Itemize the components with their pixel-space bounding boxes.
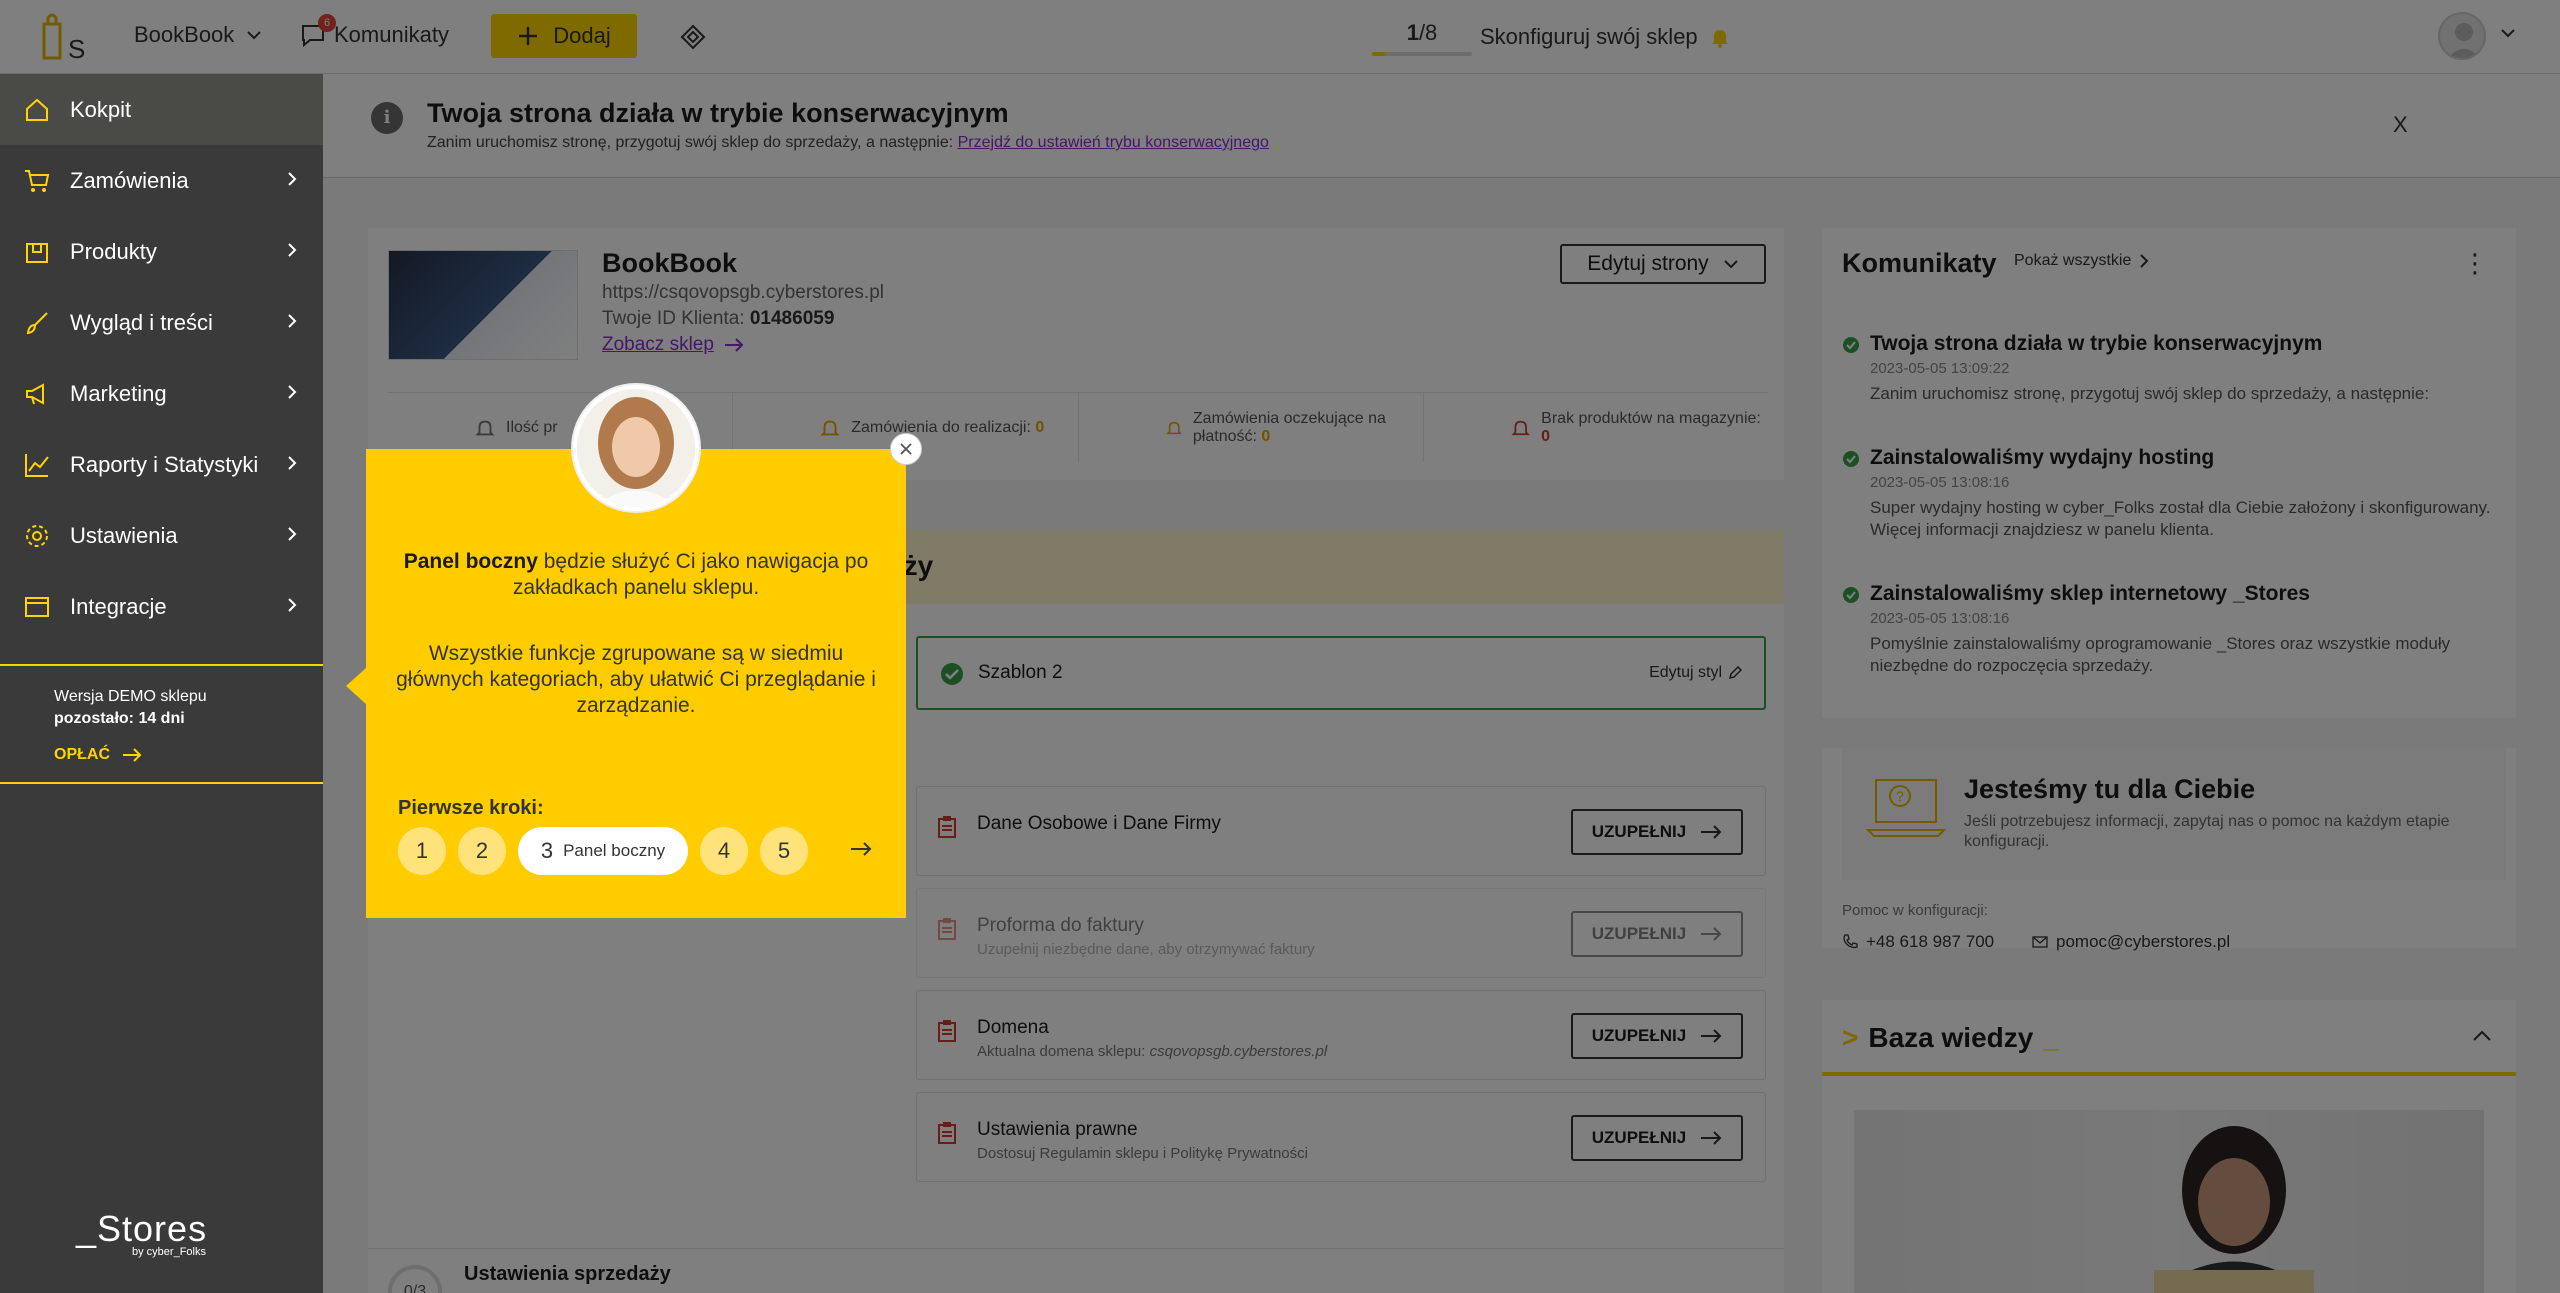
chevron-right-icon [288, 456, 297, 470]
tour-text-rest: będzie służyć Ci jako nawigacja po zakła… [512, 550, 869, 599]
sidebar-item-label: Marketing [70, 380, 167, 406]
cart-icon [22, 166, 52, 196]
sidebar-item-label: Ustawienia [70, 522, 178, 548]
sidebar-item-label: Raporty i Statystyki [70, 451, 259, 477]
sidebar-item-ustawienia[interactable]: Ustawienia [0, 500, 323, 571]
sidebar: Kokpit Zamówienia Produkty Wygląd i treś… [0, 74, 323, 1293]
pay-button[interactable]: OPŁAĆ [54, 744, 323, 766]
close-icon [900, 443, 912, 455]
sidebar-item-marketing[interactable]: Marketing [0, 358, 323, 429]
onboarding-tour-popup: Panel boczny będzie służyć Ci jako nawig… [366, 449, 906, 918]
tour-step-number: 3 [540, 838, 554, 863]
window-icon [22, 592, 52, 622]
chevron-right-icon [288, 598, 297, 612]
chevron-right-icon [288, 385, 297, 399]
chart-icon [22, 450, 52, 480]
sidebar-item-produkty[interactable]: Produkty [0, 216, 323, 287]
guide-photo [577, 389, 695, 507]
demo-days-left: pozostało: 14 dni [54, 710, 185, 727]
pay-button-label: OPŁAĆ [54, 746, 110, 763]
box-icon [22, 237, 52, 267]
tour-overlay-topbar[interactable] [0, 0, 323, 74]
sidebar-item-zamowienia[interactable]: Zamówienia [0, 145, 323, 216]
megaphone-icon [22, 379, 52, 409]
tour-steps: 1 2 3 Panel boczny 4 5 [398, 827, 808, 875]
chevron-right-icon [288, 314, 297, 328]
sidebar-item-label: Produkty [70, 238, 157, 264]
gear-icon [22, 521, 52, 551]
tour-highlight: Panel boczny [403, 550, 538, 573]
tour-step-label: Panel boczny [563, 841, 666, 860]
sidebar-item-label: Wygląd i treści [70, 309, 213, 335]
sidebar-item-raporty[interactable]: Raporty i Statystyki [0, 429, 323, 500]
brush-icon [22, 308, 52, 338]
demo-version-label: Wersja DEMO sklepu [54, 688, 207, 705]
sidebar-item-label: Integracje [70, 593, 167, 619]
tour-step-5[interactable]: 5 [760, 827, 808, 875]
demo-info: Wersja DEMO sklepu pozostało: 14 dni OPŁ… [0, 664, 323, 784]
tour-text-primary: Panel boczny będzie służyć Ci jako nawig… [396, 549, 876, 601]
brand-name: _Stores [76, 1208, 208, 1249]
sidebar-item-integracje[interactable]: Integracje [0, 571, 323, 642]
tour-steps-label: Pierwsze kroki: [398, 797, 544, 819]
arrow-right-icon [123, 748, 142, 762]
tour-guide-avatar [573, 385, 699, 511]
tour-step-3[interactable]: 3 Panel boczny [518, 827, 688, 875]
brand-by: by cyber_Folks [132, 1246, 206, 1258]
home-icon [22, 95, 52, 125]
chevron-right-icon [288, 172, 297, 186]
tour-step-1[interactable]: 1 [398, 827, 446, 875]
brand-footer: _Stores by cyber_Folks [76, 1208, 207, 1258]
sidebar-item-label: Kokpit [70, 96, 132, 122]
tour-pointer [346, 668, 366, 704]
sidebar-item-wyglad[interactable]: Wygląd i treści [0, 287, 323, 358]
tour-close-button[interactable] [890, 433, 922, 465]
chevron-right-icon [288, 243, 297, 257]
tour-step-4[interactable]: 4 [700, 827, 748, 875]
arrow-right-icon[interactable] [850, 841, 872, 857]
tour-text-secondary: Wszystkie funkcje zgrupowane są w siedmi… [396, 642, 876, 717]
sidebar-item-kokpit[interactable]: Kokpit [0, 74, 323, 145]
tour-step-2[interactable]: 2 [458, 827, 506, 875]
chevron-right-icon [288, 527, 297, 541]
sidebar-item-label: Zamówienia [70, 167, 189, 193]
